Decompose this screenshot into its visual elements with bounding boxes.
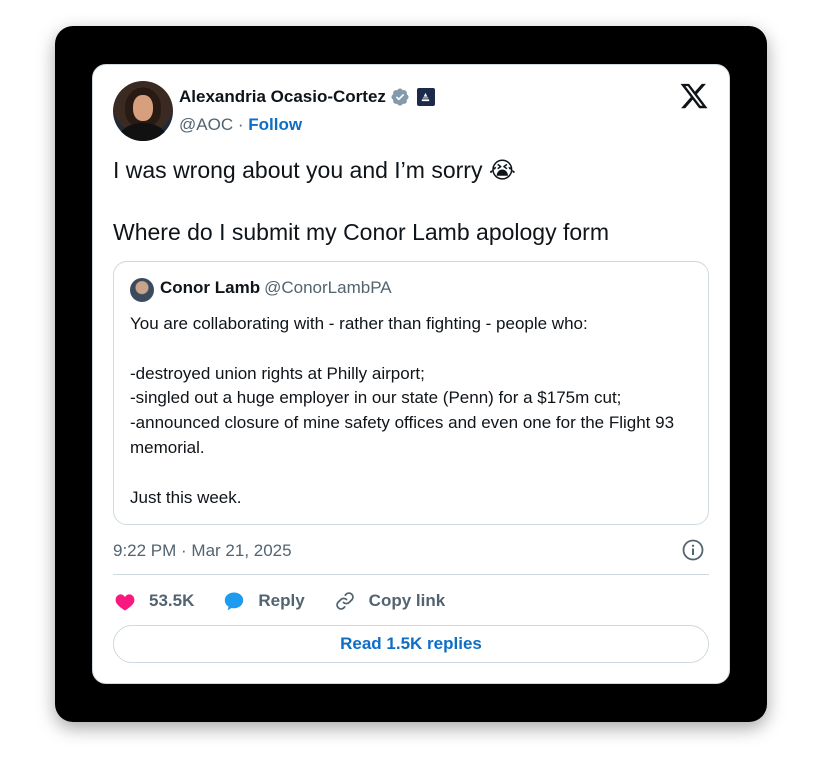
government-badge-icon — [416, 88, 435, 106]
tweet-card: Alexandria Ocasio-Cortez @AOC · Follow I… — [92, 64, 730, 684]
read-replies-button[interactable]: Read 1.5K replies — [113, 625, 709, 663]
like-count: 53.5K — [149, 591, 195, 610]
timestamp[interactable]: 9:22 PM · Mar 21, 2025 — [113, 541, 292, 561]
tweet-text: I was wrong about you and I’m sorry 😭 Wh… — [113, 157, 609, 245]
follow-button[interactable]: Follow — [248, 115, 302, 134]
quoted-header: Conor Lamb @ConorLambPA — [160, 278, 392, 298]
author-handle[interactable]: @AOC — [179, 115, 233, 134]
author-avatar[interactable] — [113, 81, 173, 141]
quoted-author-handle: @ConorLambPA — [264, 278, 392, 297]
info-icon[interactable] — [681, 538, 705, 562]
author-name[interactable]: Alexandria Ocasio-Cortez — [179, 87, 386, 107]
copy-link-label: Copy link — [368, 591, 446, 610]
quoted-author-name: Conor Lamb — [160, 278, 261, 297]
quoted-text: You are collaborating with - rather than… — [130, 314, 675, 507]
x-logo-icon[interactable] — [679, 81, 709, 111]
action-bar: 53.5K Reply Copy link — [113, 587, 473, 615]
reply-button[interactable]: Reply — [222, 589, 305, 613]
verified-badge-icon — [390, 87, 410, 107]
handle-line: @AOC · Follow — [179, 115, 302, 135]
divider — [113, 574, 709, 575]
reply-bubble-icon — [225, 592, 244, 611]
like-button[interactable]: 53.5K — [113, 589, 194, 613]
quoted-tweet[interactable]: Conor Lamb @ConorLambPA You are collabora… — [113, 261, 709, 525]
reply-label: Reply — [258, 591, 305, 610]
copy-link-button[interactable]: Copy link — [333, 589, 446, 613]
quoted-author-avatar — [130, 278, 154, 302]
author-name-row: Alexandria Ocasio-Cortez — [179, 87, 435, 107]
separator: · — [237, 115, 244, 134]
link-icon — [335, 592, 354, 610]
heart-icon — [115, 594, 135, 611]
